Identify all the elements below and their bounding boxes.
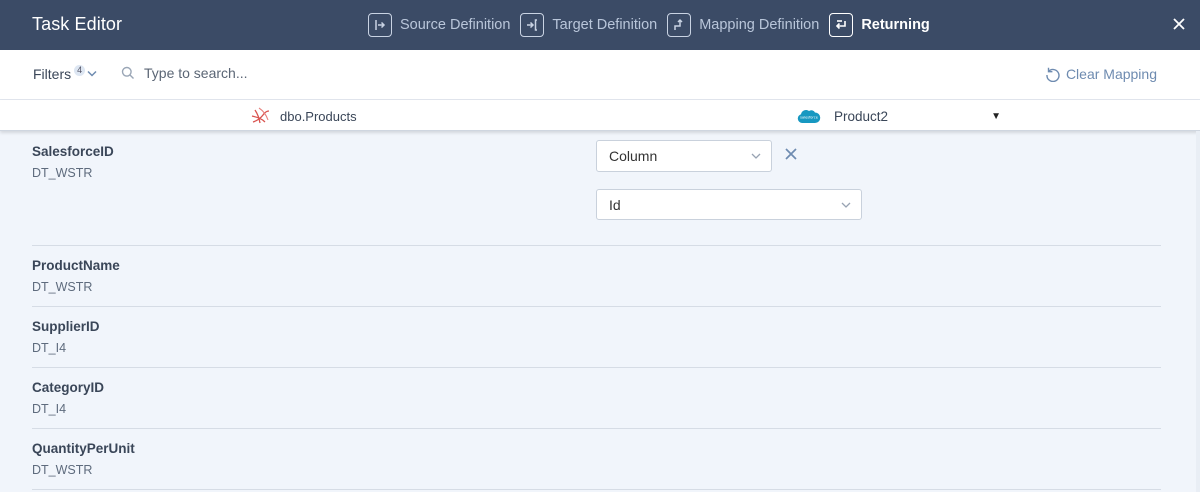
field-name: QuantityPerUnit bbox=[32, 441, 135, 456]
step-target-definition[interactable]: Target Definition bbox=[520, 13, 657, 37]
field-name: ProductName bbox=[32, 258, 120, 273]
filters-dropdown[interactable]: Filters 4 bbox=[33, 65, 97, 82]
undo-icon bbox=[1046, 67, 1060, 82]
field-row: ProductName DT_WSTR bbox=[32, 246, 1161, 307]
mapping-column-value: Id bbox=[609, 196, 621, 213]
filters-label: Filters bbox=[33, 66, 72, 82]
chevron-down-icon bbox=[751, 153, 761, 159]
returning-icon bbox=[829, 13, 854, 37]
field-row: SupplierID DT_I4 bbox=[32, 307, 1161, 368]
salesforce-icon: salesforce bbox=[797, 109, 821, 123]
step-label: Target Definition bbox=[552, 17, 658, 33]
step-mapping-definition[interactable]: Mapping Definition bbox=[667, 13, 819, 37]
step-label: Mapping Definition bbox=[699, 17, 820, 33]
chevron-down-icon bbox=[87, 70, 97, 77]
mapping-definition-icon bbox=[667, 13, 692, 37]
field-type: DT_WSTR bbox=[32, 280, 93, 294]
step-returning[interactable]: Returning bbox=[829, 13, 930, 37]
search-icon bbox=[121, 66, 134, 79]
step-label: Returning bbox=[861, 17, 930, 33]
search-input[interactable] bbox=[144, 65, 444, 81]
clear-mapping-button[interactable]: Clear Mapping bbox=[1045, 66, 1157, 82]
filters-count-badge: 4 bbox=[74, 65, 86, 76]
target-object-name: Product2 bbox=[834, 108, 889, 124]
task-editor-header: Task Editor Source Definition Target Def… bbox=[0, 0, 1200, 50]
scrollbar[interactable] bbox=[1196, 131, 1200, 492]
caret-down-icon: ▼ bbox=[991, 110, 1001, 122]
close-icon bbox=[1173, 18, 1185, 30]
search-box bbox=[121, 65, 444, 81]
close-icon bbox=[785, 148, 797, 160]
close-button[interactable] bbox=[1170, 15, 1188, 33]
field-type: DT_I4 bbox=[32, 341, 67, 355]
mapping-type-value: Column bbox=[609, 148, 658, 164]
field-name: SalesforceID bbox=[32, 144, 114, 159]
field-row: SalesforceID DT_WSTR Column Id bbox=[32, 131, 1161, 246]
object-bar: dbo.Products salesforce Product2 ▼ bbox=[0, 100, 1200, 131]
field-row: QuantityPerUnit DT_WSTR bbox=[32, 429, 1161, 490]
mapping-column-select[interactable]: Id bbox=[596, 189, 862, 220]
sql-server-icon bbox=[251, 107, 270, 124]
target-definition-icon bbox=[520, 13, 545, 37]
field-type: DT_I4 bbox=[32, 402, 67, 416]
source-object: dbo.Products bbox=[250, 106, 357, 126]
remove-mapping-button[interactable] bbox=[784, 147, 798, 166]
step-source-definition[interactable]: Source Definition bbox=[368, 13, 510, 37]
target-object-dropdown[interactable]: salesforce Product2 ▼ bbox=[796, 107, 1001, 125]
filter-bar: Filters 4 Clear Mapping bbox=[0, 50, 1200, 100]
field-name: SupplierID bbox=[32, 319, 100, 334]
source-object-name: dbo.Products bbox=[280, 108, 357, 124]
field-name: CategoryID bbox=[32, 380, 105, 395]
field-type: DT_WSTR bbox=[32, 463, 93, 477]
dialog-title: Task Editor bbox=[32, 14, 123, 34]
svg-text:salesforce: salesforce bbox=[800, 116, 818, 120]
field-type: DT_WSTR bbox=[32, 166, 93, 180]
wizard-steps: Source Definition Target Definition Mapp… bbox=[368, 13, 940, 37]
field-row: CategoryID DT_I4 bbox=[32, 368, 1161, 429]
clear-mapping-label: Clear Mapping bbox=[1065, 66, 1157, 82]
chevron-down-icon bbox=[841, 202, 851, 208]
step-label: Source Definition bbox=[400, 17, 511, 33]
source-definition-icon bbox=[368, 13, 392, 37]
mapping-type-select[interactable]: Column bbox=[596, 140, 772, 172]
